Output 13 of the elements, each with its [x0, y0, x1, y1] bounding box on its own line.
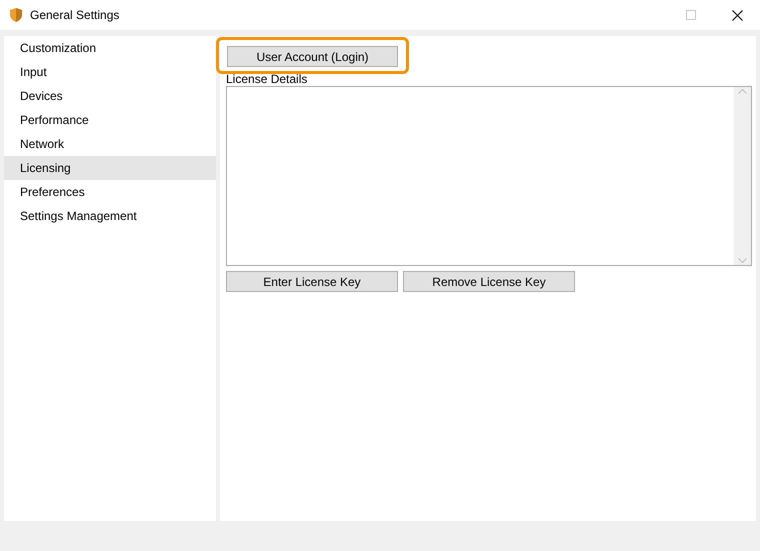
scroll-up-icon	[738, 89, 747, 94]
user-account-button[interactable]: User Account (Login)	[227, 46, 398, 67]
close-icon	[732, 10, 742, 20]
license-details-field[interactable]	[226, 86, 752, 266]
action-button[interactable]: Enter License Key	[226, 271, 398, 292]
field-label: License Details	[226, 73, 308, 86]
shield-icon	[8, 7, 24, 23]
scroll-down-icon	[738, 258, 747, 263]
action-button[interactable]: Remove License Key	[403, 271, 575, 292]
scrollbar[interactable]	[734, 87, 751, 265]
maximize-icon	[686, 10, 696, 20]
window-title: General Settings	[30, 7, 120, 24]
sidebar-item[interactable]: Licensing	[4, 156, 216, 180]
